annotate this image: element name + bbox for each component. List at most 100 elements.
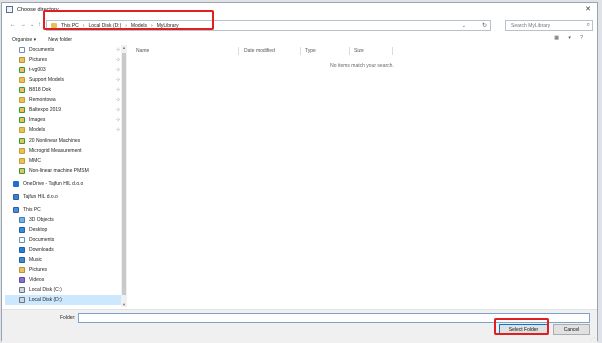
documents-icon <box>19 237 25 243</box>
folder-icon <box>19 158 25 164</box>
column-header-date-modified[interactable]: Date modified <box>244 48 275 54</box>
pin-icon[interactable]: ⊹ <box>116 57 120 63</box>
scroll-down-icon[interactable]: ▼ <box>121 302 127 307</box>
sidebar-item[interactable]: Support Models ⊹ <box>5 75 123 85</box>
folder-icon <box>19 97 25 103</box>
sidebar-item[interactable]: Videos <box>5 275 123 285</box>
recent-locations-icon[interactable]: ⌄ <box>30 20 34 30</box>
sidebar-item[interactable]: Documents ⊹ <box>5 45 123 55</box>
back-arrow-icon[interactable]: ← <box>10 20 16 30</box>
sidebar-item-label: B818 Dok <box>29 87 51 93</box>
pin-icon[interactable]: ⊹ <box>116 117 120 123</box>
pictures-icon <box>19 57 25 63</box>
sync-folder-icon <box>19 117 25 123</box>
sidebar-item-label: Microgrid Measurement <box>29 148 82 154</box>
sidebar-item[interactable]: Models ⊹ <box>5 125 123 135</box>
column-header-size[interactable]: Size <box>354 48 364 54</box>
sidebar-item-label: Videos <box>29 277 45 283</box>
pin-icon[interactable]: ⊹ <box>116 67 120 73</box>
search-input[interactable] <box>509 21 585 30</box>
sidebar-item[interactable]: 20 Nonlinear Machines <box>5 136 123 146</box>
pin-icon[interactable]: ⊹ <box>116 127 120 133</box>
sidebar-item-label: Baltexpo 2019 <box>29 107 61 113</box>
folder-icon <box>19 77 25 83</box>
sidebar-item-label: 20 Nonlinear Machines <box>29 138 81 144</box>
sidebar-item-label: MMC <box>29 158 41 164</box>
documents-icon <box>19 47 25 53</box>
sidebar-item-label: Pictures <box>29 267 48 273</box>
sidebar-item[interactable]: Remontowa ⊹ <box>5 95 123 105</box>
sidebar-item[interactable]: t-vg003 ⊹ <box>5 65 123 75</box>
sidebar-item[interactable]: Tajfun HIL d.o.o <box>5 192 123 202</box>
select-folder-highlight <box>494 318 549 335</box>
column-header-type[interactable]: Type <box>305 48 316 54</box>
sidebar-item[interactable]: Microgrid Measurement <box>5 146 123 156</box>
forward-arrow-icon[interactable]: → <box>20 20 26 30</box>
sidebar-item-label: Documents <box>29 47 55 53</box>
column-divider[interactable] <box>300 47 301 55</box>
new-folder-button[interactable]: New folder <box>48 37 72 43</box>
pin-icon[interactable]: ⊹ <box>116 97 120 103</box>
desktop-icon <box>19 227 25 233</box>
chevron-down-icon[interactable]: ⌄ <box>462 23 466 29</box>
pin-icon[interactable]: ⊹ <box>116 107 120 113</box>
sidebar-item-label: Remontowa <box>29 97 56 103</box>
sidebar-item[interactable]: B818 Dok ⊹ <box>5 85 123 95</box>
download-icon <box>19 247 25 253</box>
scroll-up-icon[interactable]: ▲ <box>121 45 127 50</box>
drive-icon <box>19 287 25 293</box>
refresh-icon[interactable]: ↻ <box>482 22 487 29</box>
sidebar-item[interactable]: MMC <box>5 156 123 166</box>
organise-menu[interactable]: Organise ▾ <box>12 37 36 43</box>
sidebar-item[interactable]: This PC <box>5 205 123 215</box>
sidebar-item-label: Tajfun HIL d.o.o <box>23 194 58 200</box>
app-icon <box>6 6 13 13</box>
sidebar-item[interactable]: Non-linear machine PMSM <box>5 166 123 176</box>
sidebar-item[interactable]: Local Disk (C:) <box>5 285 123 295</box>
sidebar-item-label: Support Models <box>29 77 65 83</box>
cancel-button[interactable]: Cancel <box>553 324 590 335</box>
sidebar-item[interactable]: Pictures ⊹ <box>5 55 123 65</box>
column-header-name[interactable]: Name <box>136 48 149 54</box>
sidebar-item-label: t-vg003 <box>29 67 46 73</box>
sidebar-item[interactable]: Music <box>5 255 123 265</box>
pin-icon[interactable]: ⊹ <box>116 87 120 93</box>
drive-icon <box>19 297 25 303</box>
search-icon[interactable]: ⌕ <box>587 22 590 29</box>
view-options-icon[interactable]: ▦ ▾ ? <box>554 35 587 41</box>
pin-icon[interactable]: ⊹ <box>116 77 120 83</box>
sync-folder-icon <box>19 107 25 113</box>
sidebar-item[interactable]: Downloads <box>5 245 123 255</box>
sidebar-item[interactable]: 3D Objects <box>5 215 123 225</box>
column-divider[interactable] <box>349 47 350 55</box>
navigation-pane: Documents ⊹ Pictures ⊹ t-vg003 ⊹ Support Model… <box>5 45 127 307</box>
music-icon <box>19 257 25 263</box>
sidebar-item[interactable]: Images ⊹ <box>5 115 123 125</box>
sidebar-item[interactable]: Baltexpo 2019 ⊹ <box>5 105 123 115</box>
sidebar-item-label: Models <box>29 127 46 133</box>
column-divider[interactable] <box>238 47 239 55</box>
sidebar-item[interactable]: Pictures <box>5 265 123 275</box>
sidebar-item[interactable]: Documents <box>5 235 123 245</box>
sync-folder-icon <box>19 168 25 174</box>
videos-icon <box>19 277 25 283</box>
sidebar-item[interactable]: Local Disk (D:) <box>5 295 123 305</box>
navigation-scrollbar[interactable]: ▲ ▼ <box>121 45 127 307</box>
folder-label: Folder: <box>60 315 76 321</box>
sidebar-item-label: Non-linear machine PMSM <box>29 168 89 174</box>
pin-icon[interactable]: ⊹ <box>116 47 120 53</box>
column-divider[interactable] <box>392 47 393 55</box>
search-box[interactable]: ⌕ <box>505 20 593 31</box>
cube-icon <box>19 217 25 223</box>
sidebar-item[interactable]: Desktop <box>5 225 123 235</box>
close-icon[interactable]: ✕ <box>585 5 591 14</box>
address-bar-highlight <box>43 10 214 30</box>
sidebar-item[interactable]: OneDrive - Tajfun HIL d.o.o <box>5 179 123 189</box>
sidebar-item-label: OneDrive - Tajfun HIL d.o.o <box>23 181 84 187</box>
resize-grip-icon[interactable]: ⋰ <box>591 336 595 341</box>
sidebar-item-label: 3D Objects <box>29 217 54 223</box>
sync-folder-icon <box>19 67 25 73</box>
scrollbar-thumb[interactable] <box>122 53 126 295</box>
up-arrow-icon[interactable]: ↑ <box>38 20 41 30</box>
computer-icon <box>13 207 19 213</box>
